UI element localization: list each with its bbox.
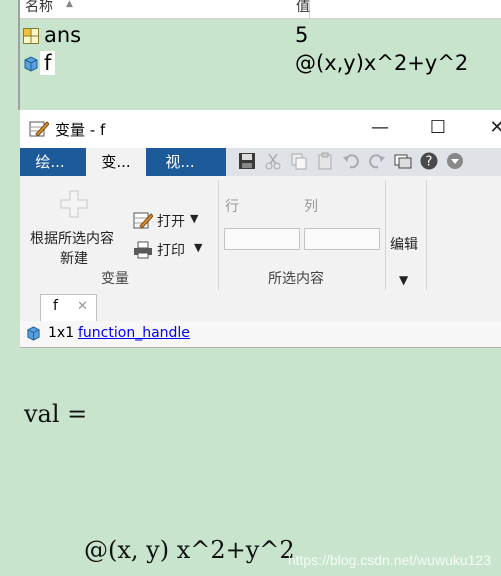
row-label: 行	[225, 199, 239, 215]
variable-name: f	[40, 51, 56, 75]
tab-view[interactable]: 视...	[150, 148, 210, 176]
tab-f[interactable]: f ✕	[40, 294, 97, 322]
plus-icon	[60, 190, 88, 218]
cut-icon[interactable]	[264, 152, 282, 170]
edit-label: 编辑	[390, 237, 418, 253]
variable-size: 1x1	[48, 325, 75, 341]
print-label: 打印	[157, 243, 185, 259]
variable-name: ans	[44, 23, 82, 47]
row-input[interactable]	[224, 228, 300, 250]
variable-value: @(x,y)x^2+y^2	[295, 51, 469, 75]
ribbon: 根据所选内容 新建 打开 ▼ 打印 ▼ 变量 行 列 所选内容 编辑 ▼	[20, 176, 501, 292]
ribbon-divider	[385, 180, 386, 290]
matrix-icon	[23, 28, 39, 44]
save-icon[interactable]	[238, 152, 256, 170]
open-dropdown-icon: ▼	[190, 212, 199, 225]
print-dropdown-icon: ▼	[194, 241, 203, 254]
class-link[interactable]: function_handle	[78, 325, 190, 341]
window-title: 变量 - f	[55, 121, 106, 139]
print-icon	[134, 241, 152, 259]
variable-editor-window: 变量 - f — ☐ ✕ 绘... 变... 视... ? 根据所选内容 新建	[20, 110, 501, 576]
switch-windows-icon[interactable]	[394, 152, 412, 170]
close-icon[interactable]: ✕	[77, 299, 88, 314]
value-column-header[interactable]: 值	[296, 0, 310, 16]
svg-text:?: ?	[426, 155, 433, 170]
chevron-down-icon[interactable]	[446, 152, 464, 170]
new-from-selection-button[interactable]: 根据所选内容 新建	[26, 182, 122, 272]
ribbon-divider	[218, 180, 219, 290]
document-tabs: f ✕	[20, 291, 501, 322]
redo-icon[interactable]	[368, 152, 386, 170]
column-input[interactable]	[304, 228, 380, 250]
copy-icon[interactable]	[290, 152, 308, 170]
open-label: 打开	[157, 214, 185, 230]
edit-dropdown-icon: ▼	[399, 273, 409, 287]
paste-icon[interactable]	[316, 152, 334, 170]
minimize-button[interactable]: —	[365, 114, 395, 142]
output-assignment: val =	[24, 400, 88, 428]
workspace-header: 名称 ▲ 值	[20, 0, 501, 19]
tab-variable[interactable]: 变...	[86, 148, 146, 176]
new-label: 新建	[60, 251, 88, 267]
title-bar[interactable]: 变量 - f — ☐ ✕	[20, 110, 501, 148]
edit-button[interactable]: 编辑 ▼	[388, 182, 428, 287]
print-button[interactable]: 打印 ▼	[132, 239, 212, 261]
tab-f-label: f	[53, 298, 58, 314]
output-function: @(x, y) x^2+y^2	[84, 536, 295, 564]
selection-section-label: 所选内容	[268, 271, 324, 287]
close-button[interactable]: ✕	[482, 114, 501, 142]
tab-plots[interactable]: 绘...	[20, 148, 80, 176]
help-icon[interactable]: ?	[420, 152, 438, 170]
toolstrip-tabs: 绘... 变... 视... ?	[20, 148, 501, 176]
variable-value: 5	[295, 23, 309, 47]
watermark: https://blog.csdn.net/wuwuku123	[287, 552, 491, 568]
open-button[interactable]: 打开 ▼	[132, 210, 210, 232]
variable-section-label: 变量	[101, 271, 129, 287]
workspace-row-f[interactable]: f @(x,y)x^2+y^2	[20, 50, 501, 78]
variable-info-bar: 1x1 function_handle	[20, 321, 501, 348]
function-handle-icon	[27, 326, 40, 341]
workspace-browser: 名称 ▲ 值 ans 5 f @(x,y)x^2+y^2	[0, 0, 501, 110]
function-handle-icon	[24, 56, 38, 72]
quick-access-toolbar: ?	[226, 148, 501, 176]
variable-editor-icon	[29, 121, 49, 137]
open-variable-icon	[133, 212, 153, 229]
ribbon-divider	[426, 180, 427, 290]
variable-content: val = @(x, y) x^2+y^2	[20, 348, 501, 576]
name-column-header[interactable]: 名称	[25, 0, 53, 16]
workspace-row-ans[interactable]: ans 5	[20, 22, 501, 50]
column-label: 列	[304, 199, 318, 215]
new-from-selection-label: 根据所选内容	[30, 231, 114, 247]
maximize-button[interactable]: ☐	[423, 114, 453, 142]
undo-icon[interactable]	[342, 152, 360, 170]
sort-ascending-icon: ▲	[66, 0, 73, 9]
